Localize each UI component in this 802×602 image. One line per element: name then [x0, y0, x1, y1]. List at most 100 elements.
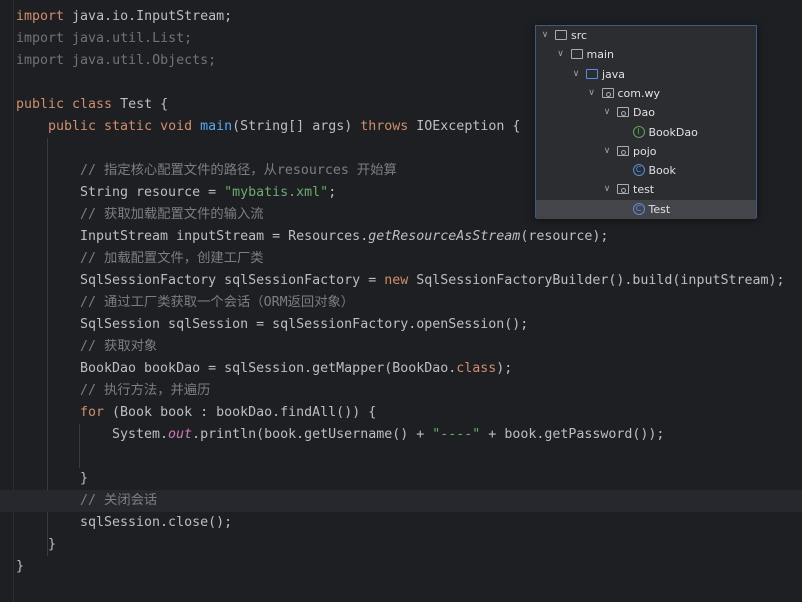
- code-token: .println(book.getUsername() +: [192, 427, 433, 442]
- chevron-down-icon[interactable]: ∨: [602, 142, 612, 161]
- project-tree-popup[interactable]: ∨ src ∨ main ∨ java ∨ com.wy ∨ Dao I BookDao ∨ pojo C B…: [535, 25, 757, 219]
- code-text: }: [16, 556, 24, 578]
- code-line[interactable]: // 执行方法，并遍历: [0, 380, 802, 402]
- chevron-down-icon[interactable]: ∨: [602, 180, 612, 199]
- code-token: InputStream inputStream = Resources.: [80, 229, 369, 244]
- chevron-down-icon[interactable]: ∨: [571, 65, 581, 84]
- code-text: // 获取对象: [80, 336, 157, 358]
- tree-node-label: test: [633, 183, 655, 197]
- code-text: }: [48, 534, 56, 556]
- chevron-down-icon[interactable]: ∨: [540, 26, 550, 45]
- code-token: import: [16, 9, 73, 24]
- code-text: SqlSessionFactory sqlSessionFactory = ne…: [80, 270, 785, 292]
- code-token: public static void: [48, 119, 201, 134]
- code-text: }: [80, 468, 88, 490]
- code-token: new: [384, 273, 417, 288]
- code-line[interactable]: BookDao bookDao = sqlSession.getMapper(B…: [0, 358, 802, 380]
- class-icon: C: [632, 202, 645, 215]
- chevron-down-icon[interactable]: ∨: [556, 45, 566, 64]
- tree-node-label: Dao: [633, 106, 655, 120]
- code-text: BookDao bookDao = sqlSession.getMapper(B…: [80, 358, 512, 380]
- tree-node-label: Test: [648, 202, 671, 216]
- code-line[interactable]: // 关闭会话: [0, 490, 802, 512]
- code-text: // 执行方法，并遍历: [80, 380, 210, 402]
- code-line[interactable]: for (Book book : bookDao.findAll()) {: [0, 402, 802, 424]
- code-text: System.out.println(book.getUsername() + …: [112, 424, 664, 446]
- code-token: (String[] args): [232, 119, 361, 134]
- tree-node-label: pojo: [633, 144, 657, 158]
- code-text: for (Book book : bookDao.findAll()) {: [80, 402, 376, 424]
- code-line[interactable]: // 获取对象: [0, 336, 802, 358]
- code-text: SqlSession sqlSession = sqlSessionFactor…: [80, 314, 528, 336]
- code-token: ;: [328, 185, 337, 200]
- code-token: import java.util.List;: [16, 31, 193, 46]
- chevron-down-icon[interactable]: ∨: [602, 103, 612, 122]
- code-text: // 指定核心配置文件的路径，从resources 开始算: [80, 160, 397, 182]
- code-text: import java.util.Objects;: [16, 50, 216, 72]
- tree-node-label: src: [571, 29, 588, 42]
- code-text: String resource = "mybatis.xml";: [80, 182, 336, 204]
- tree-node-src[interactable]: ∨ src: [536, 26, 756, 45]
- code-text: // 获取加载配置文件的输入流: [80, 204, 264, 226]
- code-text: // 加载配置文件，创建工厂类: [80, 248, 264, 270]
- code-token: "----": [432, 427, 481, 442]
- source-folder-icon: [586, 68, 598, 79]
- tree-node-main[interactable]: ∨ main: [536, 45, 756, 64]
- tree-node-com-wy[interactable]: ∨ com.wy: [536, 84, 756, 103]
- code-token: }: [16, 559, 25, 574]
- tree-node-label: java: [602, 67, 626, 81]
- tree-node-test[interactable]: ∨ test: [536, 180, 756, 199]
- code-token: // 获取加载配置文件的输入流: [80, 207, 264, 222]
- code-token: for: [80, 405, 113, 420]
- code-line[interactable]: }: [0, 556, 802, 578]
- code-line[interactable]: sqlSession.close();: [0, 512, 802, 534]
- tree-node-book[interactable]: C Book: [536, 161, 756, 180]
- code-token: // 通过工厂类获取一个会话（ORM返回对象）: [80, 295, 355, 310]
- code-token: // 指定核心配置文件的路径，从resources 开始算: [80, 163, 397, 178]
- tree-node-test[interactable]: C Test: [536, 199, 756, 219]
- code-line[interactable]: // 通过工厂类获取一个会话（ORM返回对象）: [0, 292, 802, 314]
- code-line[interactable]: [0, 446, 802, 468]
- tree-node-pojo[interactable]: ∨ pojo: [536, 142, 756, 161]
- package-icon: [617, 107, 629, 118]
- code-text: public static void main(String[] args) t…: [48, 116, 520, 138]
- folder-icon: [570, 49, 583, 60]
- code-token: BookDao bookDao = sqlSession.getMapper(B…: [80, 361, 457, 376]
- code-token: SqlSessionFactoryBuilder().build(inputSt…: [416, 273, 785, 288]
- chevron-down-icon[interactable]: ∨: [587, 84, 597, 103]
- code-token: String resource =: [80, 185, 225, 200]
- tree-node-bookdao[interactable]: I BookDao: [536, 123, 756, 142]
- code-token: sqlSession.close();: [80, 515, 233, 530]
- code-token: }: [48, 537, 57, 552]
- code-token: }: [80, 471, 89, 486]
- code-token: "mybatis.xml": [224, 185, 329, 200]
- code-line[interactable]: // 加载配置文件，创建工厂类: [0, 248, 802, 270]
- code-token: // 执行方法，并遍历: [80, 383, 211, 398]
- code-line[interactable]: InputStream inputStream = Resources.getR…: [0, 226, 802, 248]
- code-token: // 关闭会话: [80, 493, 158, 508]
- code-token: getResourceAsStream: [368, 229, 521, 244]
- tree-node-java[interactable]: ∨ java: [536, 65, 756, 84]
- code-line[interactable]: SqlSession sqlSession = sqlSessionFactor…: [0, 314, 802, 336]
- tree-node-dao[interactable]: ∨ Dao: [536, 103, 756, 122]
- code-line[interactable]: SqlSessionFactory sqlSessionFactory = ne…: [0, 270, 802, 292]
- package-icon: [617, 145, 629, 156]
- code-line[interactable]: }: [0, 468, 802, 490]
- tree-node-label: BookDao: [648, 125, 698, 139]
- code-token: );: [496, 361, 513, 376]
- code-token: public class: [16, 97, 121, 112]
- code-token: import java.util.Objects;: [16, 53, 217, 68]
- code-token: class: [456, 361, 497, 376]
- package-icon: [601, 87, 614, 98]
- code-token: Test {: [120, 97, 169, 112]
- tree-node-label: main: [586, 48, 614, 62]
- code-token: throws: [360, 119, 417, 134]
- code-text: // 关闭会话: [80, 490, 157, 512]
- code-line[interactable]: System.out.println(book.getUsername() + …: [0, 424, 802, 446]
- folder-icon: [555, 30, 567, 40]
- code-token: main: [200, 119, 233, 134]
- code-token: java.io.InputStream;: [72, 9, 233, 24]
- code-line[interactable]: }: [0, 534, 802, 556]
- code-text: public class Test {: [16, 94, 168, 116]
- code-token: // 获取对象: [80, 339, 158, 354]
